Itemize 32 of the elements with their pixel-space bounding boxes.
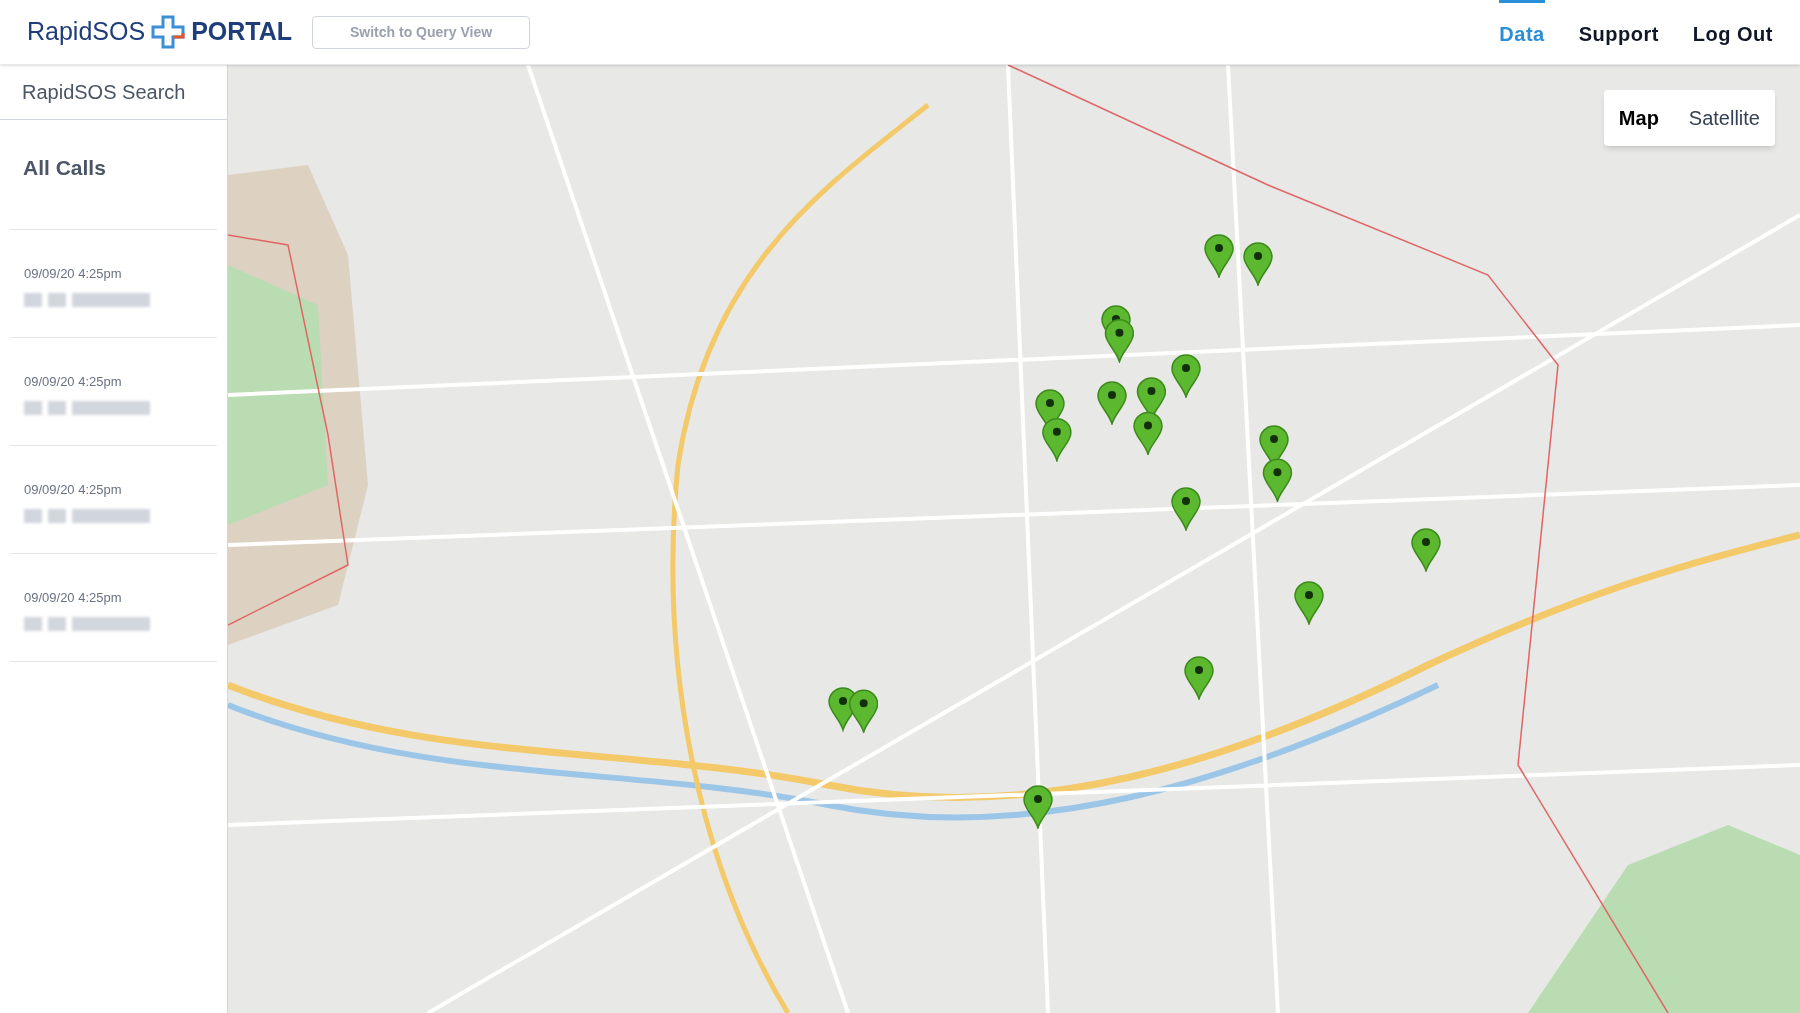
map-pin-icon[interactable]: [1183, 655, 1214, 700]
nav-link[interactable]: Log Out: [1692, 0, 1773, 64]
call-time: 09/09/20 4:25pm: [24, 588, 123, 607]
map-pin-pair-icon[interactable]: [1035, 389, 1073, 462]
call-time: 09/09/20 4:25pm: [24, 480, 123, 499]
map-pin-icon[interactable]: [1243, 242, 1274, 287]
map-pin-icon[interactable]: [1022, 785, 1053, 830]
map-pin-icon[interactable]: [1293, 580, 1324, 625]
map-pin-icon[interactable]: [1204, 234, 1235, 279]
call-list-item[interactable]: 09/09/20 4:25pm: [10, 337, 217, 446]
map-pin-icon[interactable]: [1410, 528, 1441, 573]
cross-logo-icon: [151, 15, 186, 49]
call-time: 09/09/20 4:25pm: [24, 372, 123, 391]
logo-text: PORTAL: [191, 16, 293, 48]
search-title: RapidSOS Search: [0, 65, 227, 120]
logo-text: RapidSOS: [27, 16, 146, 48]
call-list-item[interactable]: 09/09/20 4:25pm: [10, 229, 217, 338]
map-pin-pair-icon[interactable]: [1100, 305, 1135, 364]
map-pin-icon[interactable]: [1097, 381, 1128, 426]
map-type-toggle[interactable]: Satellite: [1673, 90, 1775, 146]
map-pin-pair-icon[interactable]: [827, 686, 879, 733]
map-type-toggle[interactable]: Map: [1603, 90, 1674, 146]
list-heading: All Calls: [22, 155, 107, 181]
switch-view-button[interactable]: Switch to Query View: [312, 15, 531, 49]
call-time: 09/09/20 4:25pm: [24, 264, 123, 283]
call-list-item[interactable]: 09/09/20 4:25pm: [10, 553, 217, 662]
map-pin-icon[interactable]: [1170, 353, 1201, 398]
call-list-item[interactable]: 09/09/20 4:25pm: [10, 445, 217, 554]
nav-link[interactable]: Support: [1578, 0, 1659, 64]
map-pin-icon[interactable]: [1170, 486, 1201, 531]
map-pin-pair-icon[interactable]: [1259, 424, 1293, 503]
map-pin-pair-icon[interactable]: [1133, 376, 1167, 456]
